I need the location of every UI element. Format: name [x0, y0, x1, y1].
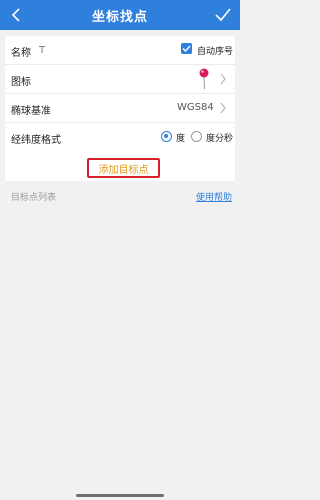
- format-dms-label: 度分秒: [206, 134, 234, 144]
- auto-number-label: 自动序号: [197, 47, 234, 57]
- top-bar: 坐标找点: [0, 0, 240, 30]
- icon-row[interactable]: 图标: [5, 65, 235, 94]
- target-list-label: 目标点列表: [11, 193, 57, 203]
- format-label: 经纬度格式: [11, 135, 61, 146]
- add-target-button[interactable]: 添加目标点: [87, 158, 160, 178]
- name-label: 名称: [11, 48, 31, 59]
- chevron-right-icon: [220, 73, 226, 85]
- help-link[interactable]: 使用帮助: [196, 190, 232, 203]
- map-pin-icon: [199, 68, 209, 90]
- auto-number-checkbox[interactable]: [181, 43, 192, 54]
- page-title: 坐标找点: [91, 9, 148, 25]
- check-icon[interactable]: [214, 7, 232, 23]
- format-degree-radio[interactable]: [161, 131, 172, 142]
- format-dms-radio[interactable]: [191, 131, 202, 142]
- name-row: 名称 自动序号: [5, 36, 235, 65]
- datum-row[interactable]: 椭球基准 WGS84: [5, 94, 235, 123]
- chevron-left-icon[interactable]: [8, 7, 24, 23]
- datum-label: 椭球基准: [11, 106, 51, 117]
- icon-label: 图标: [11, 77, 31, 88]
- checkmark-icon: [182, 45, 191, 53]
- chevron-right-icon: [220, 102, 226, 114]
- datum-value: WGS84: [177, 102, 214, 113]
- format-degree-label: 度: [176, 134, 186, 144]
- home-indicator: [76, 494, 164, 497]
- name-input[interactable]: [39, 42, 139, 58]
- format-row: 经纬度格式 度 度分秒: [5, 123, 235, 151]
